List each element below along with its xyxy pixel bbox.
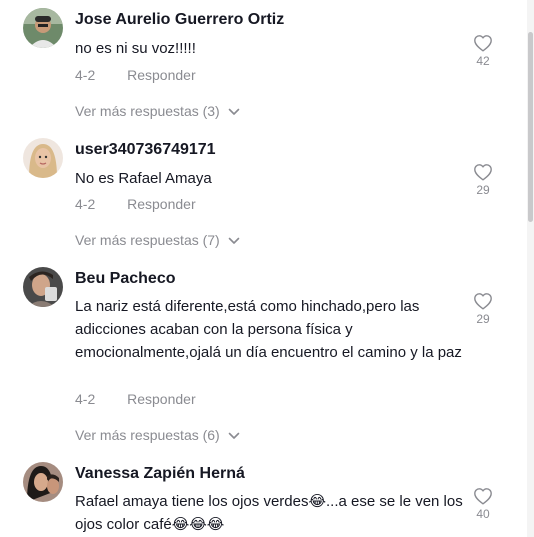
avatar-image	[23, 8, 63, 48]
like-button[interactable]: 29	[470, 163, 496, 197]
heart-outline-icon	[474, 293, 492, 310]
scrollbar-thumb[interactable]	[528, 32, 533, 222]
comment-username[interactable]: Jose Aurelio Guerrero Ortiz	[75, 11, 284, 29]
avatar-image	[23, 138, 63, 178]
like-button[interactable]: 42	[470, 34, 496, 68]
comment-date: 4-2	[75, 391, 96, 407]
like-count: 40	[476, 507, 490, 521]
heart-outline-icon	[474, 35, 492, 52]
comment-username[interactable]: user340736749171	[75, 141, 216, 159]
like-button[interactable]: 29	[470, 292, 496, 326]
comment-text: no es ni su voz!!!!!	[75, 40, 196, 57]
scrollbar[interactable]	[527, 0, 534, 537]
like-count: 29	[476, 183, 490, 197]
avatar[interactable]	[23, 267, 63, 307]
reply-button[interactable]: Responder	[127, 391, 196, 407]
comment-text: Rafael amaya tiene los ojos verdes😂...a …	[75, 493, 463, 533]
chevron-down-icon	[228, 237, 239, 245]
view-more-replies-button[interactable]: Ver más respuestas (6)	[75, 427, 240, 443]
comment-username[interactable]: Vanessa Zapién Herná	[75, 465, 245, 483]
avatar-image	[23, 462, 63, 502]
avatar[interactable]	[23, 462, 63, 502]
comment-meta: 4-2 Responder	[75, 391, 196, 407]
comment-text: No es Rafael Amaya	[75, 170, 212, 187]
heart-outline-icon	[474, 488, 492, 505]
avatar-image	[23, 267, 63, 307]
like-count: 42	[476, 54, 490, 68]
comment-text: La nariz está diferente,está como hincha…	[75, 298, 462, 361]
like-button[interactable]: 40	[470, 487, 496, 521]
comment-meta: 4-2 Responder	[75, 196, 196, 212]
like-count: 29	[476, 312, 490, 326]
chevron-down-icon	[228, 108, 239, 116]
view-more-replies-label: Ver más respuestas (6)	[75, 427, 220, 443]
view-more-replies-label: Ver más respuestas (3)	[75, 103, 220, 119]
chevron-down-icon	[228, 432, 239, 440]
comment-date: 4-2	[75, 196, 96, 212]
avatar[interactable]	[23, 8, 63, 48]
avatar[interactable]	[23, 138, 63, 178]
reply-button[interactable]: Responder	[127, 67, 196, 83]
heart-outline-icon	[474, 164, 492, 181]
comment-date: 4-2	[75, 67, 96, 83]
reply-button[interactable]: Responder	[127, 196, 196, 212]
view-more-replies-button[interactable]: Ver más respuestas (3)	[75, 103, 240, 119]
comment-username[interactable]: Beu Pacheco	[75, 270, 175, 288]
comment-meta: 4-2 Responder	[75, 67, 196, 83]
view-more-replies-label: Ver más respuestas (7)	[75, 232, 220, 248]
view-more-replies-button[interactable]: Ver más respuestas (7)	[75, 232, 240, 248]
